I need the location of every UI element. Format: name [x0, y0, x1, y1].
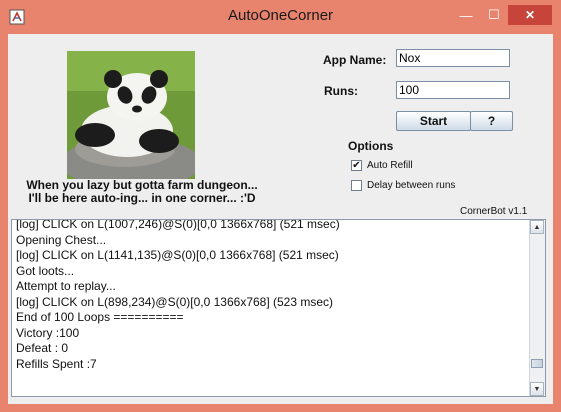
caption-line-2: I'll be here auto-ing... in one corner..…: [28, 191, 256, 205]
checkbox-unchecked-icon: [351, 180, 362, 191]
delay-between-runs-checkbox[interactable]: Delay between runs: [351, 180, 455, 191]
close-button[interactable]: ✕: [508, 5, 552, 25]
delay-between-runs-label: Delay between runs: [367, 180, 456, 191]
log-line: [log] CLICK on L(1141,135)@S(0)[0,0 1366…: [16, 248, 339, 262]
panda-image: [67, 51, 195, 179]
log-line: Got loots...: [16, 263, 75, 278]
maximize-icon: ☐: [488, 7, 500, 22]
title-bar[interactable]: AutoOneCorner — ☐ ✕: [0, 0, 561, 34]
auto-refill-label: Auto Refill: [367, 160, 413, 171]
log-lines: [log] CLICK on L(1007,246)@S(0)[0,0 1366…: [16, 219, 528, 372]
log-line: Attempt to replay...: [16, 279, 116, 293]
image-caption: When you lazy but gotta farm dungeon... …: [22, 179, 262, 205]
checkbox-checked-icon: ✔: [351, 160, 362, 171]
options-heading: Options: [348, 139, 394, 153]
help-button[interactable]: ?: [470, 111, 513, 131]
log-line: [log] CLICK on L(898,234)@S(0)[0,0 1366x…: [16, 294, 334, 309]
app-name-label: App Name:: [323, 53, 387, 67]
log-line: [log] CLICK on L(1007,246)@S(0)[0,0 1366…: [16, 219, 340, 231]
runs-input[interactable]: [396, 81, 510, 99]
start-button[interactable]: Start: [396, 111, 471, 131]
scroll-down-button[interactable]: ▼: [530, 382, 544, 396]
app-window: AutoOneCorner — ☐ ✕ When you lazy but go…: [0, 0, 561, 412]
log-line: Defeat : 0: [16, 341, 69, 355]
minimize-icon: —: [459, 7, 473, 23]
log-output[interactable]: [log] CLICK on L(1007,246)@S(0)[0,0 1366…: [11, 219, 546, 397]
chevron-down-icon: ▼: [533, 385, 541, 393]
runs-label: Runs:: [324, 84, 358, 98]
log-line: Victory :100: [16, 325, 80, 340]
close-icon: ✕: [524, 8, 536, 22]
version-label: CornerBot v1.1: [460, 206, 528, 217]
chevron-up-icon: ▲: [533, 223, 541, 231]
scroll-up-button[interactable]: ▲: [530, 220, 544, 234]
log-line: Refills Spent :7: [16, 356, 97, 371]
main-panel: When you lazy but gotta farm dungeon... …: [8, 34, 553, 404]
app-name-input[interactable]: [396, 49, 510, 67]
log-line: End of 100 Loops ==========: [16, 310, 184, 324]
log-line: Opening Chest...: [16, 232, 107, 247]
maximize-button[interactable]: ☐: [480, 5, 508, 25]
minimize-button[interactable]: —: [452, 5, 480, 25]
auto-refill-checkbox[interactable]: ✔ Auto Refill: [351, 160, 413, 171]
log-scrollbar[interactable]: ▲ ▼: [529, 220, 545, 396]
scroll-thumb[interactable]: [531, 359, 543, 368]
